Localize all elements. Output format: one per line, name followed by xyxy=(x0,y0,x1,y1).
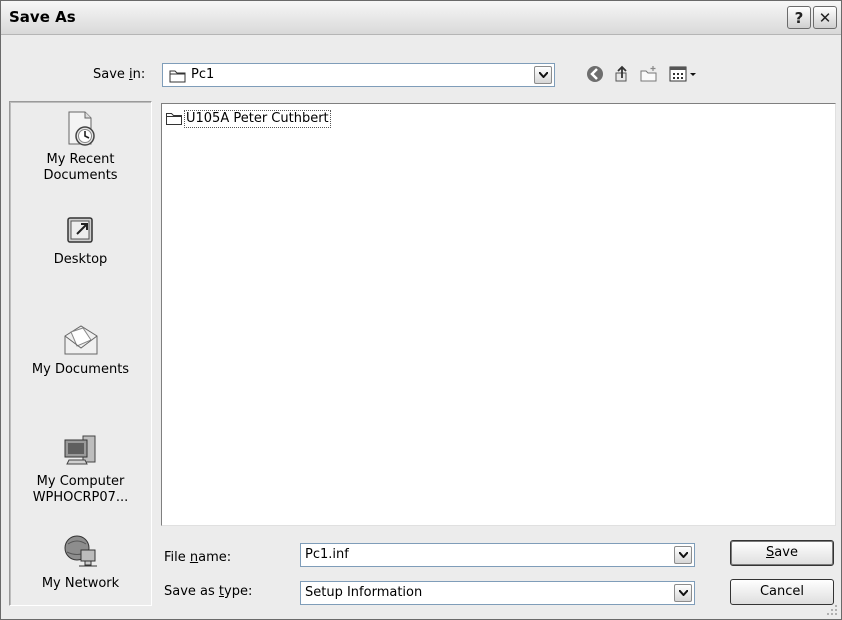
save-in-combo[interactable]: Pc1 xyxy=(162,63,555,87)
save-type-label-pre: Save as xyxy=(164,584,219,599)
up-folder-icon[interactable] xyxy=(613,65,631,83)
help-button[interactable]: ? xyxy=(787,6,811,29)
file-name-label-pre: File xyxy=(164,550,190,565)
cancel-button[interactable]: Cancel xyxy=(730,579,834,605)
new-folder-icon[interactable] xyxy=(639,65,659,83)
title-bar[interactable]: Save As ? ✕ xyxy=(1,1,841,35)
chevron-down-icon xyxy=(539,72,548,78)
file-name-label-key: n xyxy=(189,550,199,565)
resize-grip-icon[interactable] xyxy=(826,604,838,616)
close-button[interactable]: ✕ xyxy=(813,6,837,29)
save-as-type-label: Save as type: xyxy=(164,584,252,599)
folder-icon xyxy=(169,70,186,83)
file-name-label: File name: xyxy=(164,550,231,565)
place-my-recent-documents[interactable]: My Recent Documents xyxy=(10,110,151,184)
place-label: Desktop xyxy=(53,252,108,267)
cancel-button-label: Cancel xyxy=(759,584,805,599)
file-name-dropdown-button[interactable] xyxy=(674,546,692,564)
dialog-title: Save As xyxy=(9,8,76,26)
save-in-label-post: n: xyxy=(132,67,146,82)
places-bar: My Recent Documents Desktop My Documents xyxy=(9,101,152,606)
my-network-icon xyxy=(64,535,97,567)
back-icon[interactable] xyxy=(586,65,604,83)
file-list[interactable]: U105A Peter Cuthbert xyxy=(161,103,836,526)
save-in-dropdown-button[interactable] xyxy=(534,66,552,84)
save-type-label-post: ype: xyxy=(224,584,253,599)
place-label: My Recent Documents xyxy=(43,152,118,183)
file-name-combo[interactable]: Pc1.inf xyxy=(300,543,695,567)
close-icon: ✕ xyxy=(818,8,832,27)
place-desktop[interactable]: Desktop xyxy=(10,214,151,268)
save-button[interactable]: Save xyxy=(730,540,834,566)
folder-icon xyxy=(166,113,182,125)
place-my-computer[interactable]: My Computer WPHOCRP07... xyxy=(10,432,151,506)
desktop-icon xyxy=(66,217,93,243)
save-in-label: Save in: xyxy=(93,67,145,82)
help-icon: ? xyxy=(794,8,804,27)
place-my-documents[interactable]: My Documents xyxy=(10,322,151,378)
save-as-dialog: Save As ? ✕ Save in: Pc1 My Recent Docum… xyxy=(0,0,842,620)
my-documents-icon xyxy=(64,325,97,355)
save-as-type-value: Setup Information xyxy=(305,585,423,600)
save-button-rest: ave xyxy=(774,545,798,560)
chevron-down-icon xyxy=(679,590,688,596)
save-as-type-dropdown-button[interactable] xyxy=(674,584,692,602)
file-name-input[interactable]: Pc1.inf xyxy=(305,547,349,562)
chevron-down-icon xyxy=(679,552,688,558)
save-as-type-select[interactable]: Setup Information xyxy=(300,581,695,605)
place-my-network[interactable]: My Network xyxy=(10,532,151,592)
my-computer-icon xyxy=(64,435,95,465)
recent-documents-icon xyxy=(68,111,95,146)
file-name-label-post: ame: xyxy=(198,550,232,565)
place-label: My Network xyxy=(41,576,120,591)
place-label: My Documents xyxy=(31,362,130,377)
views-icon[interactable] xyxy=(669,65,699,83)
save-in-label-pre: Save xyxy=(93,67,130,82)
place-label: My Computer WPHOCRP07... xyxy=(32,474,129,505)
save-in-value: Pc1 xyxy=(191,67,215,82)
file-name: U105A Peter Cuthbert xyxy=(184,110,331,128)
